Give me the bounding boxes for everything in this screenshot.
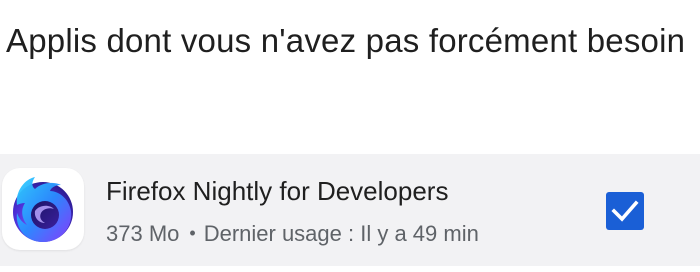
- select-app-checkbox[interactable]: [606, 192, 644, 230]
- app-name: Firefox Nightly for Developers: [106, 176, 449, 206]
- app-list-item[interactable]: Firefox Nightly for Developers 373 Mo • De…: [0, 154, 700, 266]
- checkmark-icon: [611, 200, 639, 222]
- firefox-nightly-icon: [2, 168, 84, 250]
- separator-dot: •: [189, 223, 196, 243]
- app-last-used: Dernier usage : Il y a 49 min: [203, 221, 479, 246]
- app-size: 373 Mo: [106, 221, 180, 246]
- unused-apps-screen: Applis dont vous n'avez pas forcément be…: [0, 0, 700, 272]
- app-meta: 373 Mo • Dernier usage : Il y a 49 min: [106, 218, 479, 249]
- section-title: Applis dont vous n'avez pas forcément be…: [6, 22, 686, 59]
